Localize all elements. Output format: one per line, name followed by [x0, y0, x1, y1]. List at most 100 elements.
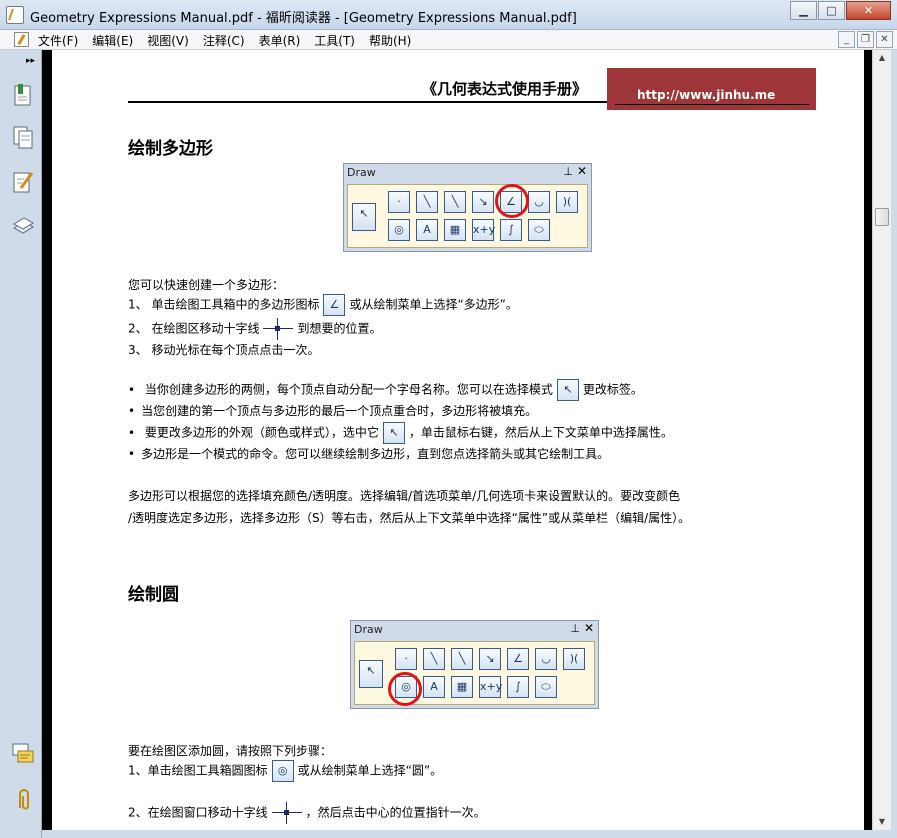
menu-bar: 文件(F) 编辑(E) 视图(V) 注释(C) 表单(R) 工具(T) 帮助(H… — [0, 30, 897, 50]
polygon-step-3: 3、 移动光标在每个顶点点击一次。 — [128, 343, 320, 357]
bookmarks-icon[interactable] — [12, 84, 34, 108]
polygon-tool-icon-inline: ∠ — [323, 294, 346, 316]
toolbox-title: Draw — [354, 623, 383, 636]
expand-panel-icon[interactable]: ▸▸ — [26, 56, 35, 66]
select-tool-icon: ↖ — [352, 203, 376, 231]
expression-tool-icon: x+y — [472, 219, 495, 241]
draw-toolbox-image-2: Draw ⊥ ✕ ↖ · ╲ ╲ ↘ ∠ ◡ )( ◎ A ▦ x+y ∫ ⬭ — [350, 620, 599, 709]
polygon-highlight-circle — [495, 184, 529, 218]
circle-tool-icon-inline: ◎ — [271, 760, 294, 782]
select-arrow-icon: ↖ — [382, 422, 405, 444]
layers-icon[interactable] — [12, 214, 34, 238]
image-tool-icon: ▦ — [451, 676, 473, 698]
window-title: Geometry Expressions Manual.pdf - 福昕阅读器 … — [30, 11, 577, 26]
arc-tool-icon: ◡ — [535, 648, 557, 670]
comments-icon[interactable] — [12, 742, 34, 766]
doc-restore-button[interactable]: ❐ — [857, 31, 874, 48]
point-tool-icon: · — [395, 648, 417, 670]
window-frame-right — [891, 50, 897, 838]
pin-icon: ⊥ — [570, 622, 580, 635]
menu-items: 文件(F) 编辑(E) 视图(V) 注释(C) 表单(R) 工具(T) 帮助(H… — [38, 32, 425, 49]
draw-toolbox-image: Draw ⊥ ✕ ↖ · ╲ ╲ ↘ ∠ ◡ )( ◎ A ▦ x+y ∫ ⬭ — [343, 163, 592, 252]
menu-view[interactable]: 视图(V) — [147, 32, 189, 49]
manual-title: 《几何表达式使用手册》 — [422, 80, 588, 98]
arc-tool-icon: ◡ — [528, 191, 550, 213]
hyperbola-tool-icon: )( — [563, 648, 585, 670]
text-tool-icon: A — [423, 676, 445, 698]
menu-edit[interactable]: 编辑(E) — [92, 32, 133, 49]
annotations-icon[interactable] — [12, 170, 34, 194]
document-viewport[interactable]: 《几何表达式使用手册》 http://www.jinhu.me 绘制多边形 Dr… — [42, 50, 872, 838]
circle-step-1: 1、单击绘图工具箱圆图标 ◎ 或从绘制菜单上选择“圆”。 — [128, 760, 442, 782]
window-frame-bottom — [42, 830, 897, 838]
hyperbola-tool-icon: )( — [556, 191, 578, 213]
crosshair-icon — [271, 802, 302, 824]
toolbox-title: Draw — [347, 166, 376, 179]
polygon-tool-icon: ∠ — [507, 648, 529, 670]
close-icon: ✕ — [576, 164, 587, 178]
menu-comment[interactable]: 注释(C) — [203, 32, 245, 49]
doc-minimize-button[interactable]: _ — [838, 31, 855, 48]
circle-step-2-text-a: 2、在绘图窗口移动十字线 — [128, 805, 268, 820]
header-url: http://www.jinhu.me — [637, 88, 776, 102]
circle-step-2-text-b: ，然后点击中心的位置指针一次。 — [305, 805, 486, 820]
close-button[interactable]: ✕ — [846, 1, 891, 20]
scroll-thumb[interactable] — [875, 208, 889, 226]
polygon-step-1-text-b: 或从绘制菜单上选择“多边形”。 — [349, 297, 518, 312]
polygon-note-1-text-a: 当你创建多边形的两侧，每个顶点自动分配一个字母名称。您可以在选择模式 — [144, 382, 553, 397]
polygon-step-1-text-a: 1、 单击绘图工具箱中的多边形图标 — [128, 297, 320, 312]
ray-tool-icon: ↘ — [479, 648, 501, 670]
maximize-button[interactable]: □ — [818, 1, 845, 20]
polygon-step-2: 2、 在绘图区移动十字线 到想要的位置。 — [128, 318, 381, 340]
document-icon[interactable] — [14, 32, 29, 47]
pin-icon: ⊥ — [563, 165, 573, 178]
circle-highlight-circle — [388, 672, 422, 706]
polygon-note-3: 要更改多边形的外观（颜色或样式），选中它↖，单击鼠标右键，然后从上下文菜单中选择… — [128, 422, 673, 444]
close-icon: ✕ — [583, 621, 594, 635]
polygon-note-3-text-a: 要更改多边形的外观（颜色或样式），选中它 — [144, 425, 379, 440]
circle-step-2: 2、在绘图窗口移动十字线 ，然后点击中心的位置指针一次。 — [128, 802, 486, 824]
polygon-intro: 您可以快速创建一个多边形： — [128, 278, 285, 292]
section-heading-polygon: 绘制多边形 — [128, 139, 213, 159]
ellipse-tool-icon: ⬭ — [528, 219, 550, 241]
select-arrow-icon: ↖ — [556, 379, 579, 401]
menu-file[interactable]: 文件(F) — [38, 32, 78, 49]
window-controls: ▁ □ ✕ — [789, 1, 891, 20]
pages-icon[interactable] — [12, 126, 34, 150]
image-tool-icon: ▦ — [444, 219, 466, 241]
polygon-fill-paragraph-line-1: 多边形可以根据您的选择填充颜色/透明度。选择编辑/首选项菜单/几何选项卡来设置默… — [128, 489, 681, 503]
menu-tools[interactable]: 工具(T) — [314, 32, 355, 49]
polygon-fill-paragraph-line-2: /透明度选定多边形，选择多边形（S）等右击，然后从上下文菜单中选择“属性”或从菜… — [128, 511, 691, 525]
circle-step-1-text-a: 1、单击绘图工具箱圆图标 — [128, 763, 268, 778]
menu-help[interactable]: 帮助(H) — [369, 32, 411, 49]
line-tool-icon: ╲ — [451, 648, 473, 670]
header-rule — [128, 101, 608, 103]
navigation-panel: ▸▸ — [0, 50, 42, 838]
text-tool-icon: A — [416, 219, 438, 241]
circle-intro: 要在绘图区添加圆，请按照下列步骤： — [128, 744, 333, 758]
ellipse-tool-icon: ⬭ — [535, 676, 557, 698]
header-url-underline — [615, 104, 809, 105]
segment-tool-icon: ╲ — [423, 648, 445, 670]
doc-close-button[interactable]: ✕ — [876, 31, 893, 48]
minimize-button[interactable]: ▁ — [790, 1, 817, 20]
circle-step-1-text-b: 或从绘制菜单上选择“圆”。 — [297, 763, 443, 778]
curve-tool-icon: ∫ — [507, 676, 529, 698]
polygon-note-2: 当您创建的第一个顶点与多边形的最后一个顶点重合时，多边形将被填充。 — [128, 402, 537, 419]
attachment-icon[interactable] — [12, 788, 34, 812]
scroll-down-arrow-icon[interactable]: ▼ — [873, 814, 891, 830]
polygon-step-2-text-b: 到想要的位置。 — [297, 321, 382, 336]
pdf-page: 《几何表达式使用手册》 http://www.jinhu.me 绘制多边形 Dr… — [52, 50, 864, 838]
vertical-scrollbar[interactable]: ▲ ▼ — [872, 50, 891, 830]
polygon-note-3-text-b: ，单击鼠标右键，然后从上下文菜单中选择属性。 — [408, 425, 673, 440]
document-window-controls: _ ❐ ✕ — [836, 31, 893, 48]
toolbox-tools: ↖ · ╲ ╲ ↘ ∠ ◡ )( ◎ A ▦ x+y ∫ ⬭ — [347, 184, 588, 248]
scroll-up-arrow-icon[interactable]: ▲ — [873, 50, 891, 66]
expression-tool-icon: x+y — [479, 676, 502, 698]
header-url-banner: http://www.jinhu.me — [607, 68, 816, 110]
foxit-app-icon[interactable] — [6, 6, 24, 24]
polygon-note-1-text-b: 更改标签。 — [582, 382, 643, 397]
polygon-step-1: 1、 单击绘图工具箱中的多边形图标 ∠ 或从绘制菜单上选择“多边形”。 — [128, 294, 518, 316]
menu-form[interactable]: 表单(R) — [259, 32, 301, 49]
polygon-step-2-text-a: 2、 在绘图区移动十字线 — [128, 321, 260, 336]
